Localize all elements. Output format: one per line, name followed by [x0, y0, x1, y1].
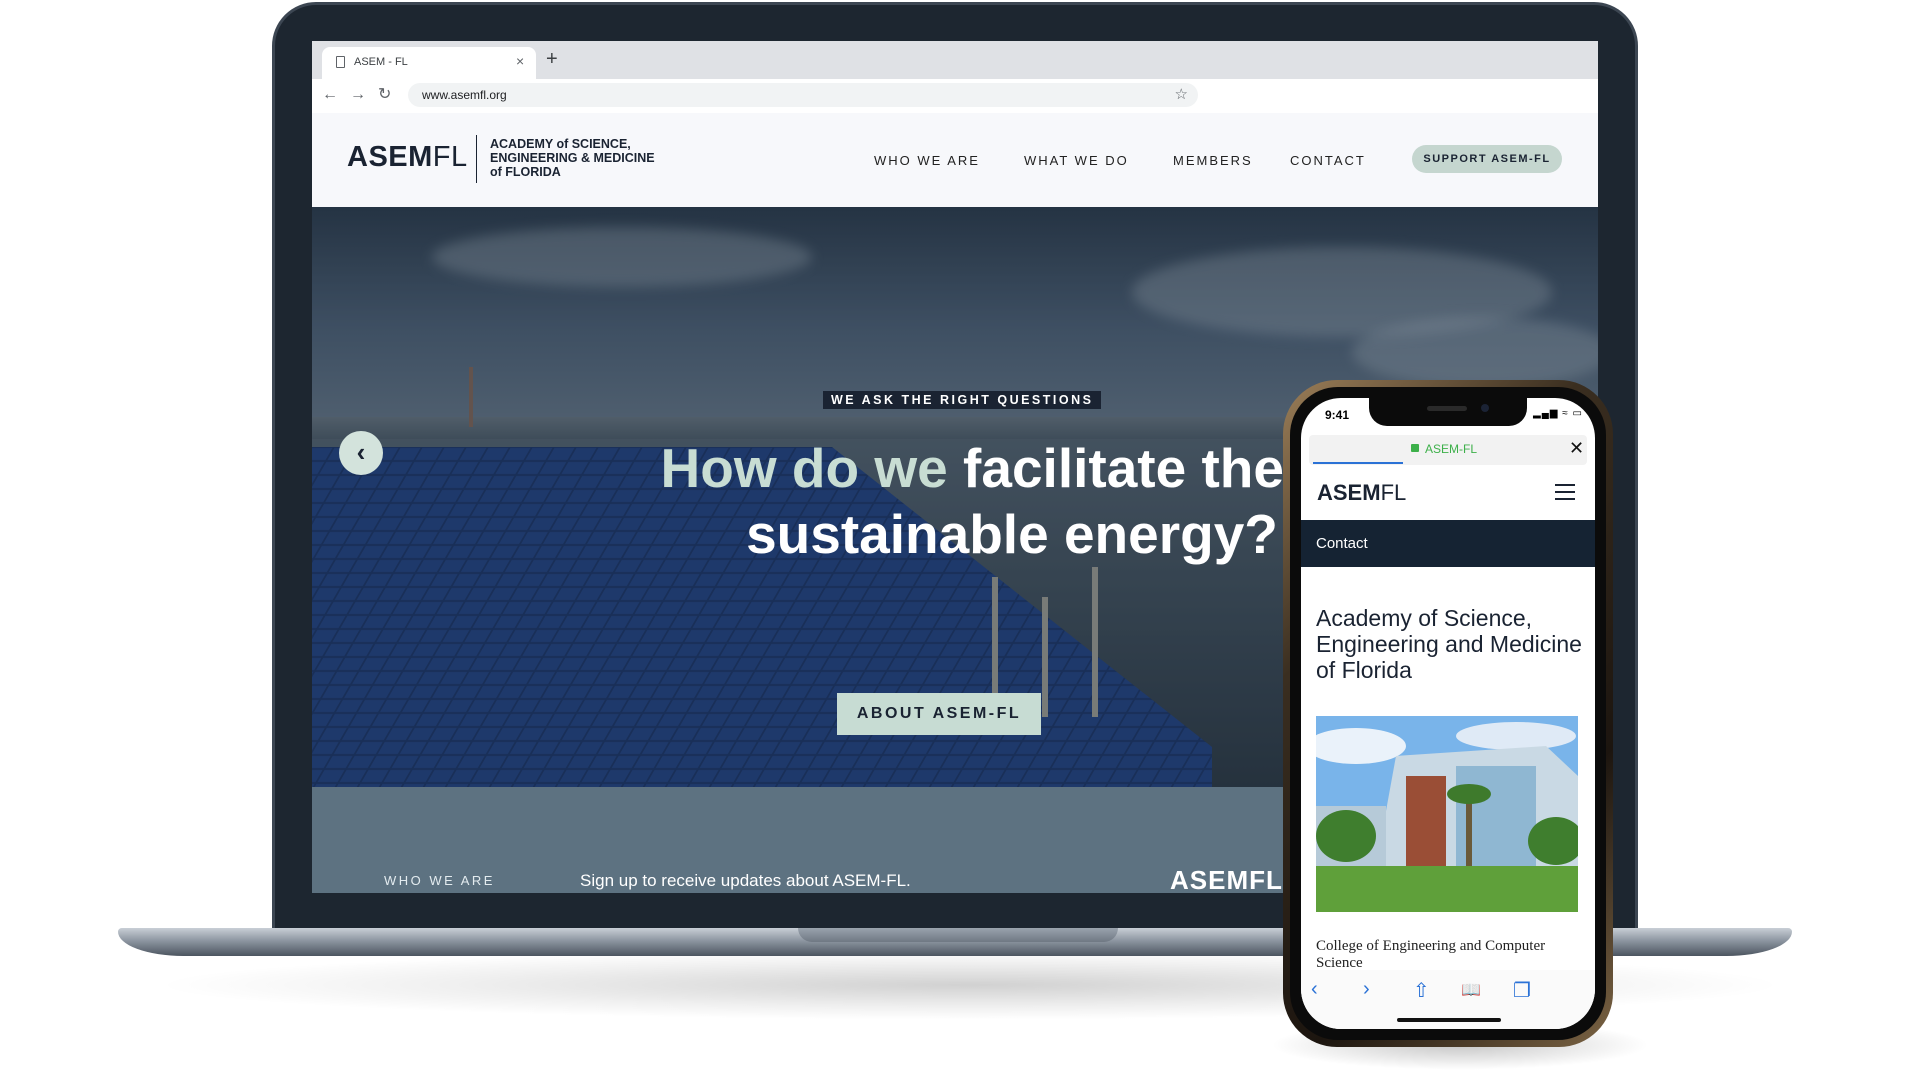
close-icon[interactable]: × — [516, 53, 524, 69]
browser-tab-bar: ASEM - FL × + — [312, 41, 1598, 79]
load-progress-bar — [1313, 462, 1403, 464]
browser-tab[interactable]: ASEM - FL × — [322, 47, 536, 79]
nav-what-we-do[interactable]: WHAT WE DO — [1024, 153, 1129, 168]
logo-sub-line3: of FLORIDA — [490, 165, 561, 179]
new-tab-icon[interactable]: + — [546, 47, 558, 71]
about-button[interactable]: ABOUT ASEM-FL — [837, 693, 1041, 735]
footer-logo: ASEMFL — [1170, 865, 1283, 893]
mobile-logo-bold: ASEM — [1317, 480, 1381, 505]
phone-notch — [1369, 398, 1527, 426]
browser-toolbar: ← → ↻ www.asemfl.org ☆ — [312, 79, 1598, 114]
logo-sub-line2: ENGINEERING & MEDICINE — [490, 151, 655, 165]
home-indicator — [1397, 1018, 1501, 1022]
mobile-address-text: ASEM-FL — [1425, 442, 1478, 456]
mobile-address-bar[interactable]: ASEM-FL ✕ — [1309, 435, 1587, 465]
mobile-menu-contact[interactable]: Contact — [1316, 535, 1368, 552]
status-time: 9:41 — [1325, 408, 1350, 422]
share-icon[interactable]: ⇧ — [1413, 978, 1430, 1003]
speaker-icon — [1427, 406, 1467, 411]
reload-icon[interactable]: ↻ — [378, 85, 391, 105]
tabs-icon[interactable]: ❐ — [1513, 978, 1531, 1003]
back-icon[interactable]: ‹ — [1311, 978, 1318, 1001]
support-button[interactable]: SUPPORT ASEM-FL — [1412, 145, 1562, 173]
star-icon[interactable]: ☆ — [1175, 85, 1188, 103]
logo-sub-line1: ACADEMY of SCIENCE, — [490, 137, 631, 151]
tab-title: ASEM - FL — [354, 56, 408, 68]
bookmarks-icon[interactable]: 📖 — [1461, 980, 1481, 1000]
mobile-page-title: Academy of Science, Engineering and Medi… — [1316, 605, 1582, 683]
logo-divider — [476, 135, 477, 183]
nav-who-we-are[interactable]: WHO WE ARE — [874, 153, 980, 168]
logo-bold: ASEM — [347, 141, 433, 173]
url-text: www.asemfl.org — [422, 88, 507, 102]
mobile-image-caption: College of Engineering and Computer Scie… — [1316, 938, 1546, 971]
forward-icon[interactable]: › — [1363, 978, 1370, 1001]
document-icon — [336, 56, 345, 68]
phone-screen: 9:41 ▂▄▆ ≈ ▭ ASEM-FL ✕ ASEMFL Contact Ac… — [1301, 398, 1595, 1029]
site-header: ASEMFL ACADEMY of SCIENCE, ENGINEERING &… — [312, 113, 1598, 207]
mobile-logo-light: FL — [1380, 480, 1407, 505]
building-photo — [1316, 716, 1578, 912]
hero-kicker: WE ASK THE RIGHT QUESTIONS — [823, 391, 1102, 409]
nav-contact[interactable]: CONTACT — [1290, 153, 1366, 168]
camera-icon — [1481, 404, 1489, 412]
laptop-notch — [798, 928, 1118, 942]
footer-signup-text: Sign up to receive updates about ASEM-FL… — [580, 871, 911, 890]
forward-arrow-icon[interactable]: → — [350, 85, 366, 105]
footer-who-we-are[interactable]: WHO WE ARE — [384, 873, 495, 888]
logo-subtitle: ACADEMY of SCIENCE, ENGINEERING & MEDICI… — [490, 137, 655, 179]
mobile-browser-toolbar: ‹ › ⇧ 📖 ❐ — [1301, 970, 1595, 1029]
carousel-prev-button[interactable]: ‹ — [339, 431, 383, 475]
mobile-menu-bar: Contact — [1301, 520, 1595, 567]
close-icon[interactable]: ✕ — [1569, 438, 1584, 459]
logo-light: FL — [432, 141, 468, 173]
site-logo[interactable]: ASEMFL — [347, 141, 468, 174]
mobile-logo[interactable]: ASEMFL — [1317, 480, 1406, 506]
nav-members[interactable]: MEMBERS — [1173, 153, 1253, 168]
status-icons: ▂▄▆ ≈ ▭ — [1533, 408, 1583, 419]
hamburger-menu-icon[interactable] — [1555, 484, 1575, 500]
address-bar[interactable]: www.asemfl.org ☆ — [408, 83, 1198, 107]
back-arrow-icon[interactable]: ← — [322, 85, 338, 105]
lock-icon — [1411, 444, 1419, 452]
headline-soft: How do we — [660, 437, 964, 499]
